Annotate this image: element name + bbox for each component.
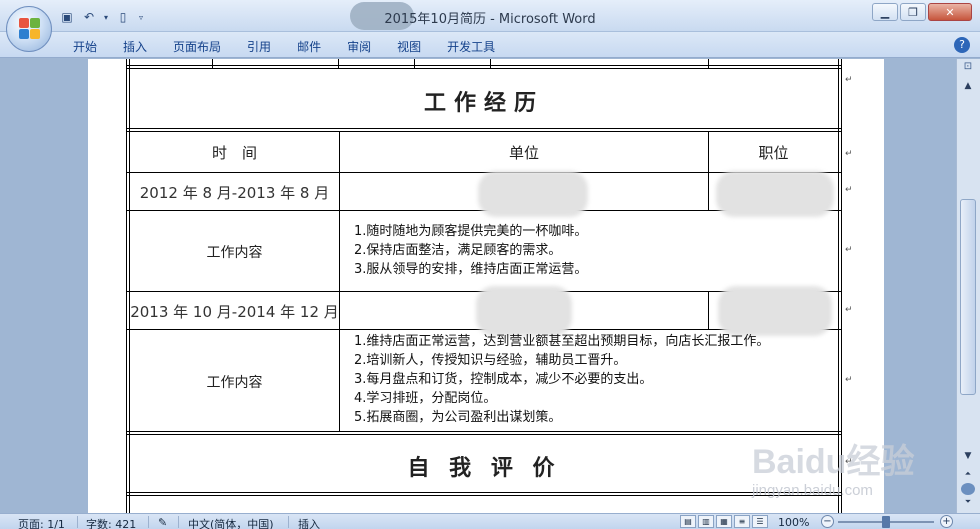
- paragraph-mark: ↵: [845, 185, 853, 195]
- tab-home[interactable]: 开始: [60, 36, 110, 57]
- proofing-icon[interactable]: ✎: [158, 516, 167, 529]
- job-2-duty-3: 3.每月盘点和订货，控制成本，减少不必要的支出。: [354, 372, 653, 387]
- print-layout-icon[interactable]: ▤: [680, 515, 696, 528]
- ribbon: 开始 插入 页面布局 引用 邮件 审阅 视图 开发工具 ?: [0, 32, 980, 58]
- header-unit: 单位: [508, 144, 539, 162]
- job-1-period: 2012 年 8 月-2013 年 8 月: [139, 184, 330, 202]
- job-1-content-label: 工作内容: [206, 245, 263, 261]
- web-layout-icon[interactable]: ▦: [716, 515, 732, 528]
- language-indicator[interactable]: 中文(简体，中国): [188, 516, 274, 529]
- view-ruler-icon[interactable]: ⊡: [959, 61, 977, 77]
- job-2-content-label: 工作内容: [206, 375, 263, 391]
- zoom-level[interactable]: 100%: [778, 516, 809, 529]
- tab-page-layout[interactable]: 页面布局: [160, 36, 234, 57]
- section-title-work-experience: 工作经历: [423, 91, 544, 116]
- blurred-position-2: [718, 286, 832, 336]
- paragraph-mark: ↵: [845, 457, 853, 467]
- section-title-self-evaluation: 自 我 评 价: [407, 456, 561, 481]
- blurred-unit-1: [478, 171, 588, 217]
- outline-icon[interactable]: ≡: [734, 515, 750, 528]
- restore-button[interactable]: ❐: [900, 3, 926, 21]
- blurred-unit-2: [476, 286, 572, 336]
- help-icon[interactable]: ?: [954, 37, 970, 53]
- page-count[interactable]: 页面: 1/1: [18, 516, 65, 529]
- scroll-thumb[interactable]: [960, 199, 976, 395]
- office-button[interactable]: [6, 6, 52, 52]
- close-button[interactable]: ✕: [928, 3, 972, 21]
- zoom-slider-thumb[interactable]: [882, 516, 890, 528]
- full-screen-reading-icon[interactable]: ▥: [698, 515, 714, 528]
- vertical-scrollbar[interactable]: ⊡ ▲ ▼ ⏶ ⏷: [956, 59, 980, 513]
- paragraph-mark: ↵: [845, 149, 853, 159]
- job-1-duty-3: 3.服从领导的安排，维持店面正常运营。: [354, 262, 588, 277]
- job-2-duty-2: 2.培训新人，传授知识与经验，辅助员工晋升。: [354, 353, 627, 368]
- next-page-icon[interactable]: ⏷: [959, 497, 977, 509]
- insert-mode-indicator[interactable]: 插入: [298, 516, 320, 529]
- job-1-duty-2: 2.保持店面整洁，满足顾客的需求。: [354, 243, 562, 258]
- paragraph-mark: ↵: [845, 245, 853, 255]
- paragraph-mark: ↵: [845, 305, 853, 315]
- window-title: 2015年10月简历 - Microsoft Word: [384, 12, 596, 27]
- tab-insert[interactable]: 插入: [110, 36, 160, 57]
- paragraph-mark: ↵: [845, 375, 853, 385]
- job-2-duty-4: 4.学习排班，分配岗位。: [354, 391, 497, 406]
- tab-developer[interactable]: 开发工具: [434, 36, 508, 57]
- blurred-position-1: [716, 171, 834, 217]
- zoom-out-icon[interactable]: −: [821, 515, 834, 528]
- office-logo-icon: [19, 18, 41, 40]
- minimize-button[interactable]: ▁: [872, 3, 898, 21]
- paragraph-mark: ↵: [845, 75, 853, 85]
- title-bar: ▣ ↶ ▾ ▯ ▿ 2015年10月简历 - Microsoft Word ▁ …: [0, 0, 980, 32]
- job-1-duty-1: 1.随时随地为顾客提供完美的一杯咖啡。: [354, 224, 588, 239]
- status-bar: 页面: 1/1 字数: 421 ✎ 中文(简体，中国) 插入 ▤ ▥ ▦ ≡ ☰…: [0, 513, 980, 529]
- tab-review[interactable]: 审阅: [334, 36, 384, 57]
- draft-icon[interactable]: ☰: [752, 515, 768, 528]
- word-count[interactable]: 字数: 421: [86, 516, 136, 529]
- document-page[interactable]: 工作经历 时 间 单位 职位 2012 年 8 月-2013 年 8 月 工作内…: [88, 59, 884, 513]
- scroll-up-icon[interactable]: ▲: [959, 81, 977, 97]
- browse-object-icon[interactable]: [961, 483, 975, 495]
- tab-mailings[interactable]: 邮件: [284, 36, 334, 57]
- job-2-duty-1: 1.维持店面正常运营，达到营业额甚至超出预期目标，向店长汇报工作。: [354, 334, 770, 349]
- zoom-in-icon[interactable]: +: [940, 515, 953, 528]
- view-buttons: ▤ ▥ ▦ ≡ ☰: [680, 515, 768, 528]
- tab-references[interactable]: 引用: [234, 36, 284, 57]
- header-time: 时 间: [211, 144, 257, 162]
- document-workspace: 工作经历 时 间 单位 职位 2012 年 8 月-2013 年 8 月 工作内…: [0, 59, 956, 513]
- job-2-period: 2013 年 10 月-2014 年 12 月: [130, 303, 339, 321]
- scroll-down-icon[interactable]: ▼: [959, 451, 977, 465]
- tab-view[interactable]: 视图: [384, 36, 434, 57]
- header-position: 职位: [758, 144, 789, 162]
- ribbon-tabs: 开始 插入 页面布局 引用 邮件 审阅 视图 开发工具: [60, 36, 508, 57]
- previous-page-icon[interactable]: ⏶: [959, 469, 977, 481]
- window-controls: ▁ ❐ ✕: [872, 3, 972, 21]
- job-2-duty-5: 5.拓展商圈，为公司盈利出谋划策。: [354, 410, 562, 425]
